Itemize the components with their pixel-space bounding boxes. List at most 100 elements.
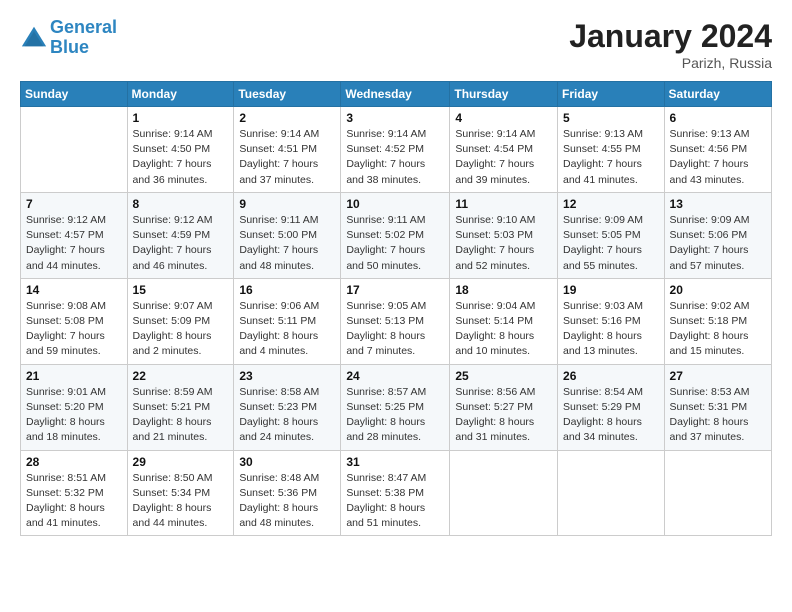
sunset-text: Sunset: 5:11 PM (239, 315, 316, 327)
daylight-text: Daylight: 7 hours and 39 minutes. (455, 158, 534, 185)
day-number: 1 (133, 111, 229, 125)
calendar-cell: 19Sunrise: 9:03 AMSunset: 5:16 PMDayligh… (558, 278, 665, 364)
calendar-cell: 6Sunrise: 9:13 AMSunset: 4:56 PMDaylight… (664, 107, 771, 193)
calendar-cell: 29Sunrise: 8:50 AMSunset: 5:34 PMDayligh… (127, 450, 234, 536)
daylight-text: Daylight: 8 hours and 37 minutes. (670, 416, 749, 443)
calendar-cell: 7Sunrise: 9:12 AMSunset: 4:57 PMDaylight… (21, 192, 128, 278)
week-row-1: 7Sunrise: 9:12 AMSunset: 4:57 PMDaylight… (21, 192, 772, 278)
sunrise-text: Sunrise: 9:06 AM (239, 300, 319, 312)
day-detail: Sunrise: 9:02 AMSunset: 5:18 PMDaylight:… (670, 299, 766, 360)
day-detail: Sunrise: 9:14 AMSunset: 4:54 PMDaylight:… (455, 127, 552, 188)
sunrise-text: Sunrise: 9:12 AM (26, 214, 106, 226)
sunset-text: Sunset: 5:06 PM (670, 229, 748, 241)
sunset-text: Sunset: 5:18 PM (670, 315, 748, 327)
daylight-text: Daylight: 8 hours and 24 minutes. (239, 416, 318, 443)
daylight-text: Daylight: 7 hours and 52 minutes. (455, 244, 534, 271)
daylight-text: Daylight: 8 hours and 41 minutes. (26, 502, 105, 529)
day-number: 12 (563, 197, 659, 211)
day-detail: Sunrise: 9:06 AMSunset: 5:11 PMDaylight:… (239, 299, 335, 360)
col-friday: Friday (558, 82, 665, 107)
sunrise-text: Sunrise: 9:11 AM (346, 214, 425, 226)
day-detail: Sunrise: 9:09 AMSunset: 5:05 PMDaylight:… (563, 213, 659, 274)
sunset-text: Sunset: 5:09 PM (133, 315, 211, 327)
week-row-3: 21Sunrise: 9:01 AMSunset: 5:20 PMDayligh… (21, 364, 772, 450)
sunrise-text: Sunrise: 9:14 AM (455, 128, 535, 140)
day-detail: Sunrise: 9:14 AMSunset: 4:52 PMDaylight:… (346, 127, 444, 188)
col-monday: Monday (127, 82, 234, 107)
sunrise-text: Sunrise: 9:10 AM (455, 214, 535, 226)
day-number: 2 (239, 111, 335, 125)
day-detail: Sunrise: 9:13 AMSunset: 4:56 PMDaylight:… (670, 127, 766, 188)
day-number: 9 (239, 197, 335, 211)
daylight-text: Daylight: 7 hours and 41 minutes. (563, 158, 642, 185)
day-detail: Sunrise: 8:53 AMSunset: 5:31 PMDaylight:… (670, 385, 766, 446)
day-detail: Sunrise: 9:09 AMSunset: 5:06 PMDaylight:… (670, 213, 766, 274)
week-row-4: 28Sunrise: 8:51 AMSunset: 5:32 PMDayligh… (21, 450, 772, 536)
calendar-cell: 4 Sunrise: 9:14 AMSunset: 4:54 PMDaylight… (450, 107, 558, 193)
daylight-text: Daylight: 8 hours and 34 minutes. (563, 416, 642, 443)
day-detail: Sunrise: 8:58 AMSunset: 5:23 PMDaylight:… (239, 385, 335, 446)
day-number: 4 (455, 111, 552, 125)
sunrise-text: Sunrise: 9:07 AM (133, 300, 213, 312)
calendar-cell: 18Sunrise: 9:04 AMSunset: 5:14 PMDayligh… (450, 278, 558, 364)
day-detail: Sunrise: 9:10 AM Sunset: 5:03 PM Daylight:… (455, 213, 552, 274)
calendar-cell: 31 Sunrise: 8:47 AM Sunset: 5:38 PM Dayligh… (341, 450, 450, 536)
day-detail: Sunrise: 9:11 AM Sunset: 5:00 PM Daylight:… (239, 213, 335, 274)
sunrise-text: Sunrise: 9:05 AM (346, 300, 426, 312)
day-number: 10 (346, 197, 444, 211)
daylight-text: Daylight: 8 hours and 31 minutes. (455, 416, 534, 443)
sunrise-text: Sunrise: 9:11 AM (239, 214, 318, 226)
sunrise-text: Sunrise: 8:47 AM (346, 472, 426, 484)
day-number: 30 (239, 455, 335, 469)
day-detail: Sunrise: 8:57 AMSunset: 5:25 PMDaylight:… (346, 385, 444, 446)
sunrise-text: Sunrise: 9:01 AM (26, 386, 106, 398)
col-tuesday: Tuesday (234, 82, 341, 107)
sunset-text: Sunset: 5:34 PM (133, 487, 211, 499)
week-row-2: 14Sunrise: 9:08 AMSunset: 5:08 PMDayligh… (21, 278, 772, 364)
col-saturday: Saturday (664, 82, 771, 107)
day-number: 16 (239, 283, 335, 297)
daylight-text: Daylight: 8 hours and 2 minutes. (133, 330, 212, 357)
title-block: January 2024 Parizh, Russia (569, 18, 772, 71)
day-number: 29 (133, 455, 229, 469)
daylight-text: Daylight: 7 hours and 57 minutes. (670, 244, 749, 271)
sunrise-text: Sunrise: 9:09 AM (563, 214, 643, 226)
sunrise-text: Sunrise: 8:51 AM (26, 472, 106, 484)
day-number: 3 (346, 111, 444, 125)
day-detail: Sunrise: 9:03 AMSunset: 5:16 PMDaylight:… (563, 299, 659, 360)
day-number: 31 (346, 455, 444, 469)
calendar-cell: 26Sunrise: 8:54 AMSunset: 5:29 PMDayligh… (558, 364, 665, 450)
day-number: 13 (670, 197, 766, 211)
daylight-text: Daylight: 7 hours and 38 minutes. (346, 158, 425, 185)
calendar-cell: 23 Sunrise: 8:58 AMSunset: 5:23 PMDayligh… (234, 364, 341, 450)
sunset-text: Sunset: 5:21 PM (133, 401, 211, 413)
day-detail: Sunrise: 8:54 AMSunset: 5:29 PMDaylight:… (563, 385, 659, 446)
day-detail: Sunrise: 9:12 AMSunset: 4:57 PMDaylight:… (26, 213, 122, 274)
day-detail: Sunrise: 9:07 AM Sunset: 5:09 PM Daylight:… (133, 299, 229, 360)
sunset-text: Sunset: 5:36 PM (239, 487, 317, 499)
daylight-text: Daylight: 8 hours and 51 minutes. (346, 502, 425, 529)
daylight-text: Daylight: 7 hours and 48 minutes. (239, 244, 318, 271)
sunset-text: Sunset: 5:32 PM (26, 487, 104, 499)
calendar-cell (558, 450, 665, 536)
sunset-text: Sunset: 4:50 PM (133, 143, 211, 155)
sunset-text: Sunset: 5:13 PM (346, 315, 424, 327)
calendar-cell: 12 Sunrise: 9:09 AMSunset: 5:05 PMDayligh… (558, 192, 665, 278)
day-number: 24 (346, 369, 444, 383)
day-detail: Sunrise: 8:48 AMSunset: 5:36 PMDaylight:… (239, 471, 335, 532)
calendar-table: Sunday Monday Tuesday Wednesday Thursday… (20, 81, 772, 536)
sunrise-text: Sunrise: 8:56 AM (455, 386, 535, 398)
day-detail: Sunrise: 9:08 AMSunset: 5:08 PMDaylight:… (26, 299, 122, 360)
day-number: 23 (239, 369, 335, 383)
col-sunday: Sunday (21, 82, 128, 107)
sunrise-text: Sunrise: 8:57 AM (346, 386, 426, 398)
calendar-cell: 28Sunrise: 8:51 AMSunset: 5:32 PMDayligh… (21, 450, 128, 536)
day-detail: Sunrise: 9:04 AMSunset: 5:14 PMDaylight:… (455, 299, 552, 360)
sunset-text: Sunset: 5:38 PM (346, 487, 424, 499)
sunset-text: Sunset: 5:00 PM (239, 229, 317, 241)
sunset-text: Sunset: 4:59 PM (133, 229, 211, 241)
calendar-cell: 3 Sunrise: 9:14 AMSunset: 4:52 PMDaylight… (341, 107, 450, 193)
daylight-text: Daylight: 8 hours and 13 minutes. (563, 330, 642, 357)
logo-line1: General (50, 17, 117, 37)
sunset-text: Sunset: 5:03 PM (455, 229, 533, 241)
